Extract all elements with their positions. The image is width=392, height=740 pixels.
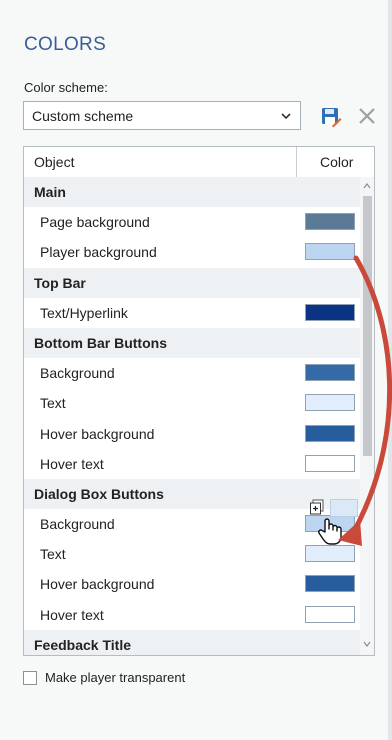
group-label: Bottom Bar Buttons [34, 334, 167, 351]
color-row[interactable]: Player background [24, 237, 360, 267]
row-label: Page background [40, 214, 150, 231]
color-row[interactable]: Page background [24, 207, 360, 237]
make-transparent-checkbox[interactable] [23, 671, 37, 685]
scrollbar-thumb[interactable] [363, 196, 372, 456]
drag-ghost-swatch [330, 499, 358, 517]
color-swatch[interactable] [305, 394, 355, 412]
row-label: Hover text [40, 455, 104, 472]
row-label: Hover text [40, 606, 104, 623]
row-label: Hover background [40, 576, 155, 593]
row-label: Background [40, 516, 115, 533]
color-scheme-value: Custom scheme [32, 108, 134, 124]
color-swatch[interactable] [305, 424, 355, 442]
color-swatch[interactable] [305, 545, 355, 563]
group-row: Bottom Bar Buttons [24, 327, 360, 359]
color-swatch[interactable] [305, 213, 355, 231]
make-transparent-label: Make player transparent [45, 670, 186, 685]
panel-title: COLORS [24, 34, 107, 55]
row-label: Background [40, 365, 115, 382]
panel-edge [388, 0, 392, 740]
row-label: Text [40, 395, 66, 412]
group-label: Main [34, 184, 66, 200]
row-label: Hover background [40, 425, 155, 442]
color-swatch[interactable] [305, 454, 355, 472]
header-object[interactable]: Object [34, 154, 74, 170]
group-label: Top Bar [34, 274, 86, 291]
color-row[interactable]: Background [24, 358, 360, 388]
color-swatch[interactable] [305, 575, 355, 593]
grid-header: Object Color [24, 147, 374, 178]
color-row[interactable]: Text [24, 388, 360, 418]
color-row[interactable]: Text [24, 539, 360, 569]
scrollbar[interactable] [360, 177, 374, 655]
scroll-up-icon[interactable] [363, 182, 371, 190]
color-scheme-dropdown[interactable]: Custom scheme [23, 101, 301, 130]
copy-icon [310, 499, 324, 515]
color-row[interactable]: Hover background [24, 419, 360, 449]
delete-icon[interactable] [357, 106, 377, 126]
group-label: Feedback Title [34, 636, 132, 653]
row-label: Player background [40, 244, 157, 261]
group-row: Main [24, 177, 360, 208]
color-scheme-label: Color scheme: [24, 80, 108, 95]
group-row: Top Bar [24, 267, 360, 298]
row-label: Text [40, 546, 66, 563]
color-swatch[interactable] [305, 605, 355, 623]
row-label: Text/Hyperlink [40, 304, 128, 321]
colors-grid: Object Color Main Page background Player b… [23, 146, 375, 656]
color-row[interactable]: Hover text [24, 600, 360, 630]
color-row[interactable]: Hover text [24, 449, 360, 479]
scroll-down-icon[interactable] [363, 640, 371, 648]
group-row: Feedback Title [24, 629, 360, 655]
save-icon[interactable] [320, 106, 342, 128]
chevron-down-icon [281, 113, 291, 120]
grid-rows: Main Page background Player background Top … [24, 177, 360, 655]
header-color[interactable]: Color [320, 154, 353, 170]
color-swatch[interactable] [305, 364, 355, 382]
color-row[interactable]: Text/Hyperlink [24, 298, 360, 328]
color-swatch[interactable] [305, 243, 355, 261]
color-row[interactable]: Hover background [24, 569, 360, 599]
color-swatch[interactable] [305, 303, 355, 321]
group-label: Dialog Box Buttons [34, 485, 164, 502]
header-divider [296, 147, 297, 177]
hand-cursor-icon [318, 518, 342, 545]
